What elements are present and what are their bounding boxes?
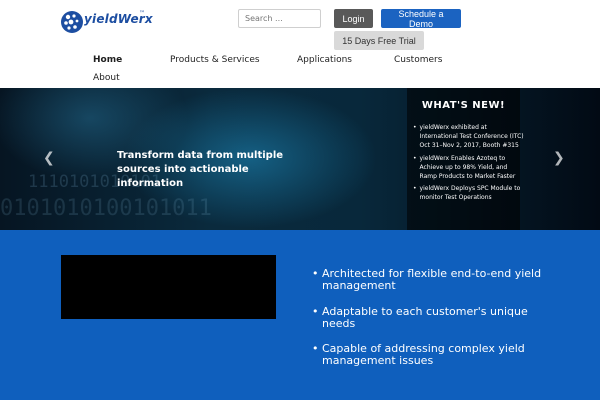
feature-text: Adaptable to each customer's unique need…	[322, 305, 528, 330]
login-button[interactable]: Login	[334, 9, 373, 28]
nav-item-products-services[interactable]: Products & Services	[170, 55, 260, 65]
news-item-text: yieldWerx Enables Azoteq to Achieve up t…	[419, 155, 516, 180]
feature-item: • Adaptable to each customer's unique ne…	[312, 306, 542, 330]
hero-slider: 1110101010101 0101010100101011 ❮ Transfo…	[0, 88, 600, 230]
schedule-demo-button[interactable]: Schedule a Demo	[381, 9, 461, 29]
bullet-icon: •	[312, 342, 319, 355]
news-item[interactable]: • yieldWerx Deploys SPC Module to monito…	[413, 184, 526, 202]
slider-next-arrow-icon[interactable]: ❯	[553, 150, 565, 166]
feature-text: Capable of addressing complex yield mana…	[322, 342, 525, 367]
news-item-text: yieldWerx Deploys SPC Module to monitor …	[419, 185, 521, 201]
feature-item: • Architected for flexible end-to-end yi…	[312, 268, 542, 292]
bullet-icon: •	[413, 185, 417, 192]
nav-item-about[interactable]: About	[93, 73, 120, 83]
site-header: yieldWerx ™ Login Schedule a Demo 15 Day…	[0, 0, 600, 88]
bullet-icon: •	[312, 305, 319, 318]
whats-new-title: WHAT'S NEW!	[421, 100, 506, 111]
binary-background-text: 0101010100101011	[0, 196, 212, 221]
feature-item: • Capable of addressing complex yield ma…	[312, 343, 542, 367]
whats-new-panel: WHAT'S NEW! • yieldWerx exhibited at Int…	[407, 88, 524, 230]
news-item-text: yieldWerx exhibited at International Tes…	[419, 124, 524, 149]
search-input[interactable]	[238, 9, 321, 28]
nav-item-home[interactable]: Home	[93, 55, 122, 65]
hero-caption: Transform data from multiple sources int…	[117, 150, 284, 189]
nav-item-customers[interactable]: Customers	[394, 55, 442, 65]
bullet-icon: •	[413, 124, 417, 131]
video-player[interactable]	[61, 255, 276, 319]
news-item[interactable]: • yieldWerx exhibited at International T…	[413, 123, 526, 150]
nav-item-applications[interactable]: Applications	[297, 55, 352, 65]
news-item[interactable]: • yieldWerx Enables Azoteq to Achieve up…	[413, 154, 526, 181]
feature-text: Architected for flexible end-to-end yiel…	[322, 267, 542, 292]
trademark-symbol: ™	[139, 10, 145, 17]
bullet-icon: •	[312, 267, 319, 280]
free-trial-button[interactable]: 15 Days Free Trial	[334, 31, 424, 50]
features-section: • Architected for flexible end-to-end yi…	[0, 230, 600, 400]
main-nav: Home Products & Services Applications Cu…	[0, 52, 600, 88]
slider-prev-arrow-icon[interactable]: ❮	[43, 150, 55, 166]
bullet-icon: •	[413, 155, 417, 162]
logo-mark-icon	[61, 11, 83, 33]
